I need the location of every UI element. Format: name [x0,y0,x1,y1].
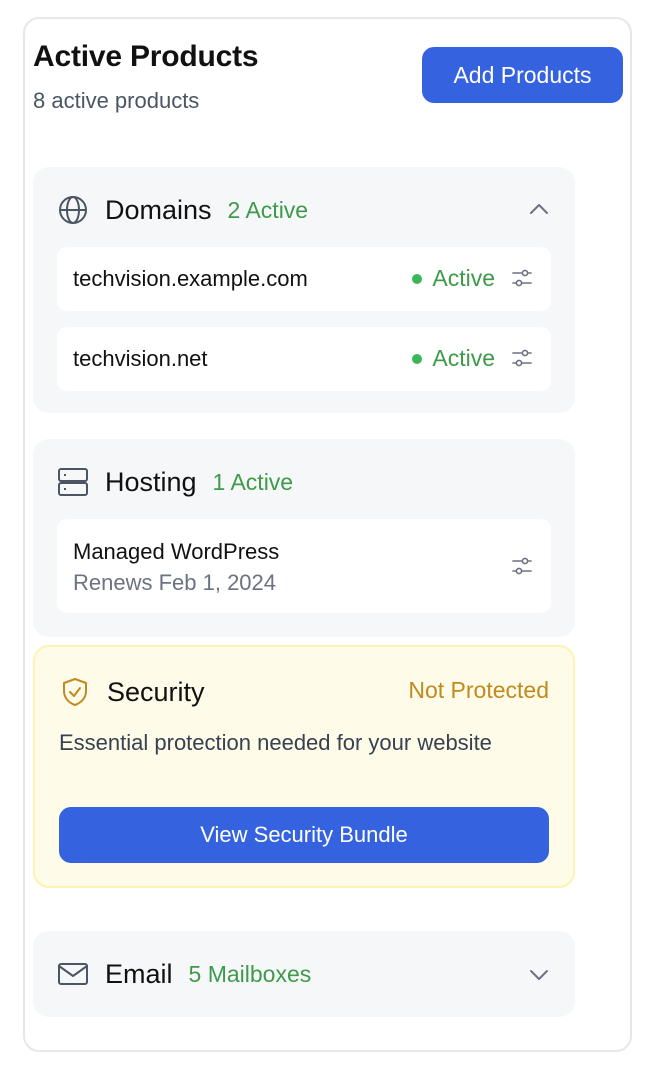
status-dot [412,273,423,284]
status-badge: Active [412,345,495,372]
email-title: Email [105,958,173,989]
security-title: Security [107,676,205,707]
view-security-bundle-button[interactable]: View Security Bundle [59,807,549,863]
mail-icon [57,958,89,990]
status-badge: Active [412,265,495,292]
security-section: Security Not Protected Essential protect… [33,645,575,888]
chevron-down-icon[interactable] [527,962,551,986]
hosting-title: Hosting [105,466,197,497]
domain-row[interactable]: techvision.net Active [57,327,551,391]
domains-header[interactable]: Domains 2 Active [57,192,551,228]
domains-section: Domains 2 Active techvision.example.com … [33,167,575,413]
mailbox-count: 5 Mailboxes [188,960,312,987]
settings-sliders-icon[interactable] [511,347,533,369]
active-count-subtitle: 8 active products [33,88,200,113]
domain-row[interactable]: techvision.example.com Active [57,247,551,311]
shield-check-icon [59,676,91,708]
settings-sliders-icon[interactable] [511,267,533,289]
email-header[interactable]: Email 5 Mailboxes [57,956,551,992]
status-dot [412,353,423,364]
domains-title: Domains [105,194,212,225]
chevron-up-icon[interactable] [527,198,551,222]
hosting-count: 1 Active [212,468,294,495]
domain-name: techvision.net [73,346,208,371]
hosting-row[interactable]: Managed WordPress Renews Feb 1, 2024 [57,519,551,613]
email-section: Email 5 Mailboxes [33,931,575,1017]
domains-count: 2 Active [227,196,309,223]
status-label: Active [432,265,495,291]
card-header: Active Products 8 active products Add Pr… [33,40,623,120]
domain-name: techvision.example.com [73,266,308,291]
hosting-plan-name: Managed WordPress [73,539,280,564]
add-products-button[interactable]: Add Products [422,47,623,103]
renewal-date: Renews Feb 1, 2024 [73,570,277,595]
globe-icon [57,194,89,226]
page-title: Active Products [33,40,259,73]
server-icon [57,466,89,498]
status-label: Active [432,345,495,371]
security-description: Essential protection needed for your web… [59,730,492,755]
settings-sliders-icon[interactable] [511,555,533,577]
hosting-header[interactable]: Hosting 1 Active [57,464,551,500]
hosting-section: Hosting 1 Active Managed WordPress Renew… [33,439,575,637]
protection-status: Not Protected [408,677,549,703]
